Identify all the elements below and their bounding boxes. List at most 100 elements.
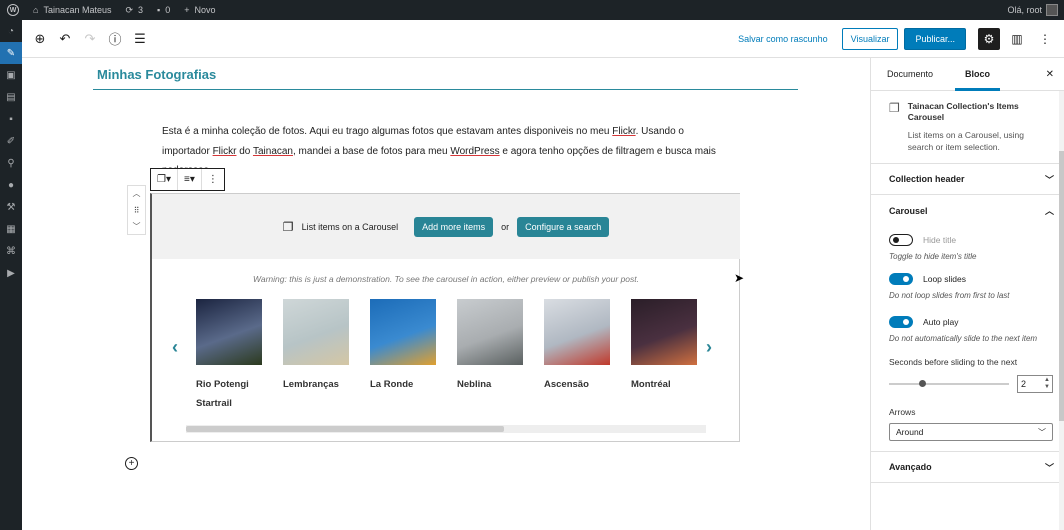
carousel-block-icon: ❐ — [157, 174, 166, 185]
carousel-item[interactable]: Neblina — [457, 299, 523, 394]
wordpress-logo-button[interactable]: W — [0, 0, 26, 20]
hide-title-setting: Hide title — [889, 234, 1054, 246]
loop-slides-setting: Loop slides — [889, 273, 1054, 285]
appearance-icon[interactable]: ✐ — [0, 130, 22, 152]
carousel-scrollbar[interactable] — [186, 425, 706, 433]
add-block-icon[interactable]: + — [125, 457, 138, 470]
publish-button[interactable]: Publicar... — [904, 27, 966, 50]
panel-collection-header[interactable]: Collection header ﹀ — [871, 164, 1064, 195]
settings-icon[interactable]: ▦ — [0, 218, 22, 240]
chevron-right-icon[interactable]: › — [706, 337, 712, 358]
toggle-label: Hide title — [923, 235, 957, 245]
spellcheck-word: Flickr — [212, 145, 237, 157]
carousel-block-icon: ❐ — [889, 101, 900, 115]
add-block-icon[interactable]: ⊕ — [28, 27, 52, 51]
carousel-item[interactable]: Ascensão — [544, 299, 610, 394]
undo-icon[interactable]: ↶ — [53, 27, 77, 51]
auto-play-toggle[interactable] — [889, 316, 913, 328]
outline-icon[interactable]: ☰ — [128, 27, 152, 51]
alignment-dropdown[interactable]: ≡ ▾ — [178, 169, 202, 190]
home-icon: ⌂ — [33, 5, 39, 15]
demo-warning: Warning: this is just a demonstration. T… — [252, 274, 639, 284]
panel-advanced[interactable]: Avançado ﹀ — [871, 452, 1064, 483]
more-options-icon[interactable]: ⋮ — [1034, 28, 1056, 50]
tab-document[interactable]: Documento — [871, 58, 949, 91]
arrows-select[interactable]: Around ﹀ — [889, 423, 1053, 441]
tab-block[interactable]: Bloco — [949, 58, 1006, 91]
panel-title: Carousel — [889, 205, 928, 216]
block-more-options-icon[interactable]: ⋮ — [202, 169, 224, 190]
settings-sidebar: Documento Bloco ✕ ❐ Tainacan Collection'… — [870, 58, 1064, 530]
account-menu[interactable]: Olá, root — [1007, 4, 1064, 16]
pages-icon[interactable]: ▤ — [0, 86, 22, 108]
plus-icon: + — [184, 5, 190, 15]
scrollbar-thumb[interactable] — [1059, 151, 1064, 421]
configure-search-button[interactable]: Configure a search — [517, 216, 610, 237]
seconds-input[interactable]: 2 ▲ ▼ — [1017, 375, 1053, 393]
scrollbar-thumb[interactable] — [186, 426, 504, 432]
loop-slides-toggle[interactable] — [889, 273, 913, 285]
carousel-item[interactable]: Lembranças — [283, 299, 349, 394]
spellcheck-word: WordPress — [450, 145, 500, 157]
move-up-icon[interactable]: ︿ — [133, 188, 141, 199]
users-icon[interactable]: ● — [0, 174, 22, 196]
title-underline — [93, 89, 798, 90]
panel-carousel[interactable]: Carousel ︿ — [871, 195, 1064, 226]
comments-link[interactable]: ▪ 0 — [150, 0, 177, 20]
hide-title-toggle[interactable] — [889, 234, 913, 246]
paragraph-block[interactable]: Esta é a minha coleção de fotos. Aqui eu… — [162, 122, 722, 181]
slider-handle[interactable] — [919, 380, 926, 387]
item-thumbnail — [631, 299, 697, 365]
chevron-down-icon: ﹀ — [1044, 174, 1054, 185]
help-text: Do not automatically slide to the next i… — [889, 334, 1038, 343]
tools-icon[interactable]: ⚒ — [0, 196, 22, 218]
comments-icon[interactable]: ▪ — [0, 108, 22, 130]
item-thumbnail — [544, 299, 610, 365]
spinner-icon[interactable]: ▲ ▼ — [1044, 377, 1050, 391]
block-mover: ︿ ⠿ ﹀ — [127, 185, 146, 235]
posts-icon[interactable]: ✎ — [0, 42, 22, 64]
greeting: Olá, root — [1007, 5, 1042, 15]
site-name-link[interactable]: ⌂ Tainacan Mateus — [26, 0, 118, 20]
collapse-icon[interactable]: ▶ — [0, 262, 22, 284]
paragraph-text: busca — [665, 145, 692, 157]
updates-count: 3 — [138, 5, 144, 15]
save-draft-link[interactable]: Salvar como rascunho — [730, 34, 836, 44]
close-icon[interactable]: ✕ — [1046, 69, 1054, 80]
item-title: Ascensão — [544, 379, 589, 390]
redo-icon[interactable]: ↷ — [78, 27, 102, 51]
block-type-switcher[interactable]: ❐ ▾ — [151, 169, 178, 190]
or-label: or — [501, 221, 510, 232]
carousel-item[interactable]: La Ronde — [370, 299, 436, 394]
admin-menu: ◔ ✎ ▣ ▤ ▪ ✐ ⚲ ● ⚒ ▦ ⌘ ▶ — [0, 20, 22, 530]
chevron-left-icon[interactable]: ‹ — [172, 337, 178, 358]
updates-link[interactable]: ⟳ 3 — [118, 0, 150, 20]
spellcheck-word: Flickr — [612, 126, 636, 137]
preview-button[interactable]: Visualizar — [841, 27, 899, 50]
plugins-icon[interactable]: ⚲ — [0, 152, 22, 174]
dashboard-icon[interactable]: ◔ — [0, 20, 22, 42]
sidebar-scrollbar[interactable] — [1059, 91, 1064, 530]
media-icon[interactable]: ▣ — [0, 64, 22, 86]
info-icon[interactable]: ⓘ — [103, 27, 127, 51]
item-title: La Ronde — [370, 379, 414, 390]
carousel-block[interactable]: ❐ List items on a Carousel Add more item… — [150, 193, 740, 442]
move-down-icon[interactable]: ﹀ — [133, 221, 141, 232]
drag-handle-icon[interactable]: ⠿ — [134, 206, 140, 215]
layout-icon[interactable]: ▥ — [1006, 28, 1028, 50]
carousel-block-icon: ❐ — [282, 219, 294, 234]
settings-gear-icon[interactable]: ⚙ — [978, 27, 1000, 50]
item-title: Montréal — [631, 379, 671, 390]
carousel-item[interactable]: Montréal — [631, 299, 697, 394]
carousel-settings: Hide title Toggle to hide item's title L… — [871, 234, 1064, 452]
carousel-item[interactable]: Rio Potengi Startrail — [196, 299, 262, 413]
chevron-up-icon: ︿ — [1044, 206, 1054, 216]
post-title[interactable]: Minhas Fotografias — [97, 67, 216, 82]
new-content-link[interactable]: + Novo — [177, 0, 222, 20]
help-text: Do not loop slides from first to last — [889, 291, 1010, 300]
add-more-items-button[interactable]: Add more items — [414, 216, 494, 237]
seconds-slider[interactable] — [889, 380, 1009, 387]
refresh-icon: ⟳ — [125, 4, 134, 15]
item-title: Neblina — [457, 379, 492, 390]
tainacan-icon[interactable]: ⌘ — [0, 240, 22, 262]
